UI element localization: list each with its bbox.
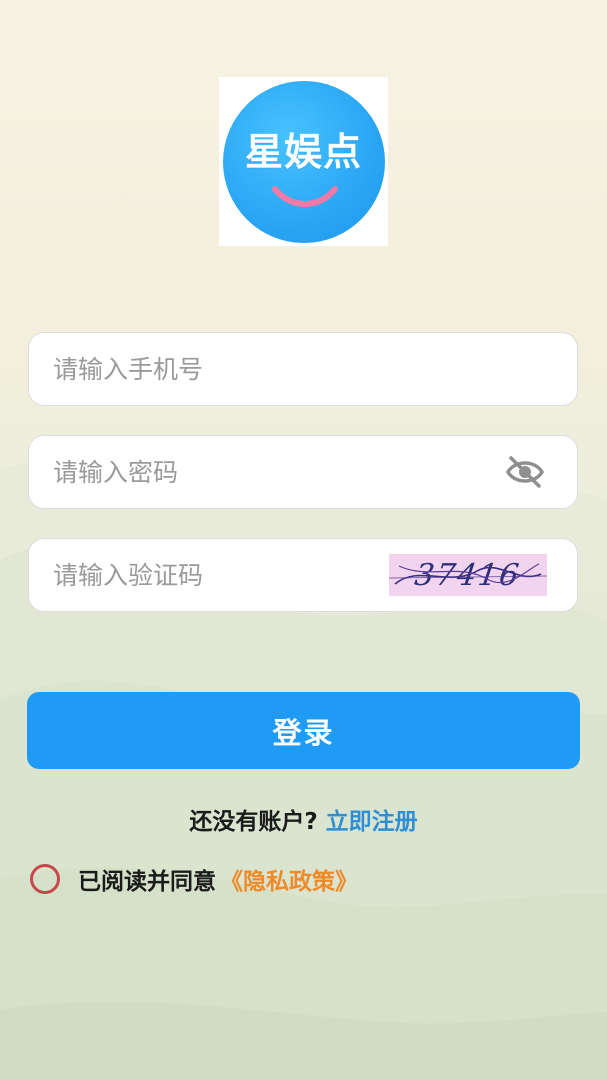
- smile-icon: [271, 185, 338, 207]
- logo-text: 星娱点: [244, 129, 362, 174]
- privacy-policy-link[interactable]: 《隐私政策》: [220, 862, 358, 896]
- login-button[interactable]: 登录: [27, 692, 580, 769]
- captcha-image[interactable]: 37416: [389, 554, 547, 596]
- captcha-input[interactable]: [29, 544, 389, 606]
- eye-off-icon[interactable]: [505, 454, 545, 490]
- captcha-noise: [389, 563, 547, 585]
- register-question: 还没有账户?: [189, 809, 318, 835]
- password-input[interactable]: [29, 441, 505, 503]
- app-logo: 星娱点: [219, 77, 388, 246]
- captcha-field: 37416: [28, 538, 578, 612]
- agreement-radio[interactable]: [30, 864, 60, 894]
- agreement-text: 已阅读并同意: [78, 869, 216, 895]
- register-prompt: 还没有账户? 立即注册: [0, 802, 607, 836]
- register-link[interactable]: 立即注册: [326, 809, 418, 835]
- phone-field: [28, 332, 578, 406]
- agreement-row: 已阅读并同意 《隐私政策》: [30, 862, 358, 896]
- phone-input[interactable]: [29, 338, 577, 400]
- logo-badge: 星娱点: [222, 80, 385, 243]
- password-field: [28, 435, 578, 509]
